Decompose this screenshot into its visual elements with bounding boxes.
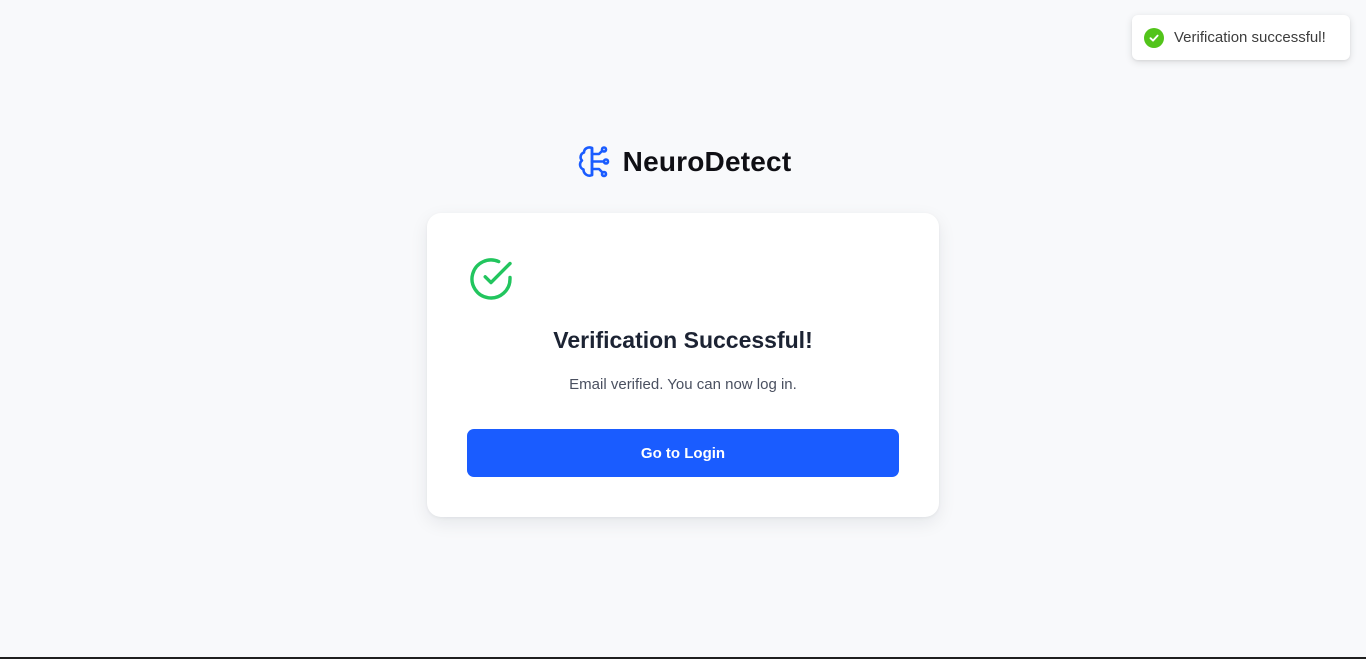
toast-message: Verification successful!: [1174, 29, 1326, 46]
check-circle-icon: [1144, 27, 1164, 48]
brand-header: NeuroDetect: [0, 140, 1366, 184]
verification-card: Verification Successful! Email verified.…: [427, 213, 939, 517]
card-message: Email verified. You can now log in.: [569, 376, 797, 393]
card-title: Verification Successful!: [553, 327, 813, 353]
go-to-login-button[interactable]: Go to Login: [467, 429, 899, 477]
check-circle-outline-icon: [467, 255, 515, 303]
brain-circuit-icon: [575, 143, 613, 181]
toast-notification: Verification successful!: [1132, 15, 1350, 60]
brand-name: NeuroDetect: [622, 146, 792, 177]
